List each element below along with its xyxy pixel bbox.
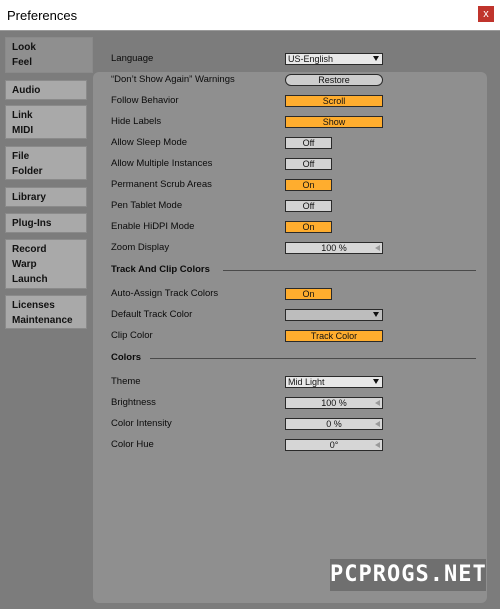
color-intensity-label: Color Intensity (111, 418, 172, 429)
tab-licenses-maintenance[interactable]: Licenses Maintenance (5, 295, 87, 329)
chevron-down-icon (373, 56, 379, 61)
tab-label: Plug-Ins (12, 218, 52, 229)
tab-label: Look (12, 42, 36, 53)
tab-audio[interactable]: Audio (5, 80, 87, 100)
left-arrow-icon (375, 421, 380, 427)
left-arrow-icon (375, 400, 380, 406)
zoom-display-field[interactable]: 100 % (285, 242, 383, 254)
tab-label: Feel (12, 57, 33, 68)
language-value: US-English (288, 54, 334, 64)
color-hue-label: Color Hue (111, 439, 154, 450)
hide-labels-toggle[interactable]: Show (285, 116, 383, 128)
tab-library[interactable]: Library (5, 187, 87, 207)
hide-labels-label: Hide Labels (111, 116, 162, 127)
brightness-value: 100 % (321, 398, 347, 408)
language-label: Language (111, 53, 154, 64)
tab-label: Library (12, 192, 46, 203)
pen-tablet-mode-toggle[interactable]: Off (285, 200, 332, 212)
pen-tablet-mode-label: Pen Tablet Mode (111, 200, 183, 211)
tab-label: Maintenance (12, 315, 73, 326)
enable-hidpi-mode-label: Enable HiDPI Mode (111, 221, 195, 232)
color-hue-value: 0° (329, 440, 339, 450)
left-arrow-icon (375, 245, 380, 251)
tab-label: Launch (12, 274, 48, 285)
color-intensity-value: 0 % (326, 419, 342, 429)
clip-color-label: Clip Color (111, 330, 153, 341)
dont-show-again-label: “Don’t Show Again” Warnings (111, 74, 235, 85)
allow-sleep-mode-toggle[interactable]: Off (285, 137, 332, 149)
close-icon[interactable]: x (478, 6, 494, 22)
tab-look-feel[interactable]: Look Feel (5, 37, 93, 73)
chevron-down-icon (373, 312, 379, 317)
theme-dropdown[interactable]: Mid Light (285, 376, 383, 388)
zoom-display-label: Zoom Display (111, 242, 170, 253)
color-intensity-field[interactable]: 0 % (285, 418, 383, 430)
tab-label: Warp (12, 259, 37, 270)
auto-assign-toggle[interactable]: On (285, 288, 332, 300)
tab-record-warp-launch[interactable]: Record Warp Launch (5, 239, 87, 289)
theme-value: Mid Light (288, 377, 325, 387)
color-hue-field[interactable]: 0° (285, 439, 383, 451)
default-track-color-label: Default Track Color (111, 309, 193, 320)
enable-hidpi-mode-toggle[interactable]: On (285, 221, 332, 233)
left-arrow-icon (375, 442, 380, 448)
tab-label: MIDI (12, 125, 34, 136)
tab-label: File (12, 151, 30, 162)
section-divider (223, 270, 476, 271)
brightness-label: Brightness (111, 397, 156, 408)
auto-assign-label: Auto-Assign Track Colors (111, 288, 219, 299)
tab-label: Licenses (12, 300, 55, 311)
allow-multiple-instances-toggle[interactable]: Off (285, 158, 332, 170)
window-title: Preferences (7, 8, 78, 23)
default-track-color-dropdown[interactable] (285, 309, 383, 321)
allow-sleep-mode-label: Allow Sleep Mode (111, 137, 188, 148)
brightness-field[interactable]: 100 % (285, 397, 383, 409)
tab-label: Folder (12, 166, 43, 177)
tab-label: Link (12, 110, 33, 121)
title-bar: Preferences x (0, 0, 500, 31)
tab-label: Record (12, 244, 47, 255)
follow-behavior-label: Follow Behavior (111, 95, 179, 106)
tab-file-folder[interactable]: File Folder (5, 146, 87, 180)
permanent-scrub-areas-toggle[interactable]: On (285, 179, 332, 191)
tab-link-midi[interactable]: Link MIDI (5, 105, 87, 139)
colors-heading: Colors (111, 352, 142, 363)
language-dropdown[interactable]: US-English (285, 53, 383, 65)
follow-behavior-toggle[interactable]: Scroll (285, 95, 383, 107)
permanent-scrub-areas-label: Permanent Scrub Areas (111, 179, 212, 190)
track-clip-colors-heading: Track And Clip Colors (111, 264, 210, 275)
chevron-down-icon (373, 379, 379, 384)
theme-label: Theme (111, 376, 141, 387)
allow-multiple-instances-label: Allow Multiple Instances (111, 158, 213, 169)
tab-plug-ins[interactable]: Plug-Ins (5, 213, 87, 233)
tab-label: Audio (12, 85, 41, 96)
clip-color-toggle[interactable]: Track Color (285, 330, 383, 342)
restore-button[interactable]: Restore (285, 74, 383, 86)
section-divider (150, 358, 476, 359)
zoom-display-value: 100 % (321, 243, 347, 253)
watermark: PCPROGS.NET (330, 559, 486, 591)
